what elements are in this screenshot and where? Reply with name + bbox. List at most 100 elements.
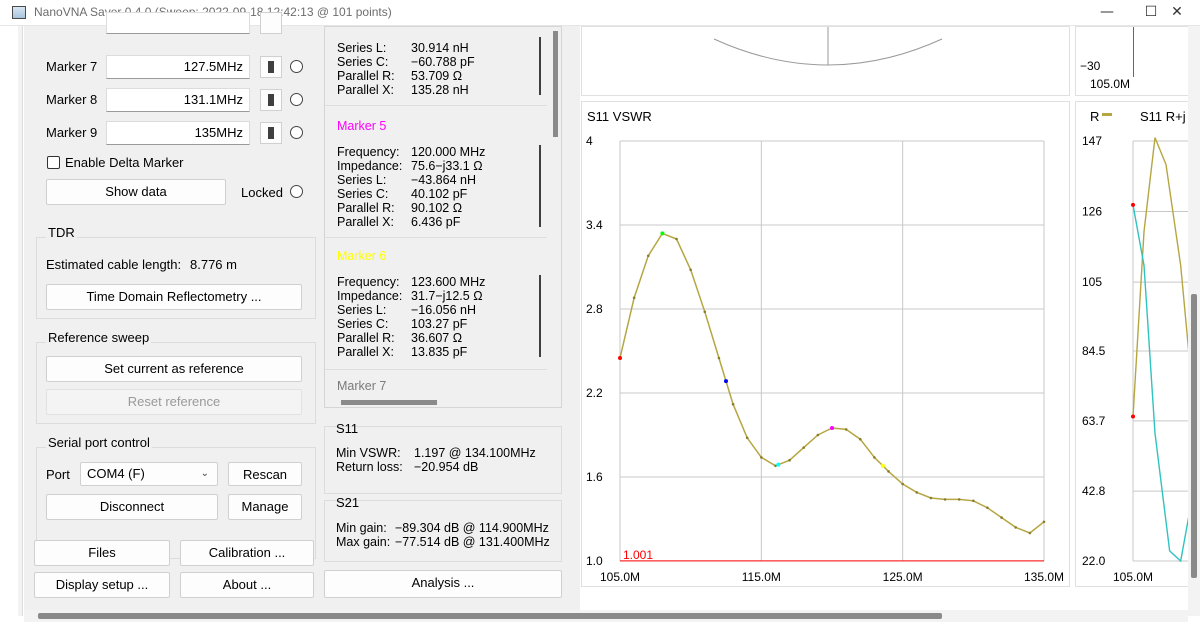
vswr-ytick-label: 1.6	[586, 470, 603, 484]
files-button[interactable]: Files	[34, 540, 170, 566]
vswr-data-point	[873, 456, 876, 459]
max-gain-label: Max gain:	[336, 535, 391, 549]
window-horizontal-scroll-thumb[interactable]	[38, 613, 942, 619]
manage-button[interactable]: Manage	[228, 494, 302, 520]
rjx-ytick-label: 42.8	[1082, 484, 1106, 498]
readout-separator	[539, 37, 541, 95]
vswr-data-point	[646, 254, 650, 258]
marker-8-color-button[interactable]	[260, 89, 282, 111]
vswr-data-point	[731, 402, 735, 406]
marker-8-radio[interactable]	[290, 93, 303, 106]
vswr-data-point	[717, 356, 721, 360]
window-vertical-scroll-thumb[interactable]	[1191, 294, 1197, 578]
marker-9-color-button[interactable]	[260, 122, 282, 144]
vswr-data-point	[972, 499, 975, 503]
readout-divider	[325, 237, 547, 238]
window-vertical-scrollbar[interactable]	[1188, 26, 1200, 616]
rescan-button[interactable]: Rescan	[228, 462, 302, 486]
vswr-xtick-label: 115.0M	[742, 570, 781, 584]
color-swatch-icon	[268, 127, 274, 139]
readout-vertical-scrollbar[interactable]	[551, 27, 561, 395]
vswr-ytick-label: 2.8	[586, 302, 603, 316]
vswr-xtick-label: 135.0M	[1024, 570, 1064, 584]
marker-7-frequency-field[interactable]: 127.5MHz	[106, 55, 250, 79]
vswr-data-point	[957, 498, 961, 501]
vswr-data-point	[816, 433, 820, 437]
window-frame-edge	[18, 26, 23, 616]
readout-vertical-scroll-thumb[interactable]	[553, 31, 558, 137]
rjx-reactance-trace	[1132, 204, 1189, 563]
calibration-button[interactable]: Calibration ...	[180, 540, 314, 566]
vswr-chart[interactable]: S11 VSWR 1.0 1.6 2.2 2.8 3.4 4 105.0M 115.0M 125…	[581, 101, 1070, 587]
marker-readout-panel[interactable]: Series L: 30.914 nH Series C: −60.788 pF P…	[324, 26, 562, 408]
vswr-marker-dot	[724, 379, 728, 384]
delta-marker-checkbox[interactable]	[47, 156, 60, 169]
vswr-ytick-label: 3.4	[586, 218, 603, 232]
port-select[interactable]: COM4 (F) ⌄	[80, 462, 218, 486]
marker-5-title: Marker 5	[337, 119, 387, 133]
partial-chart-top[interactable]: −30 105.0M	[1075, 26, 1190, 96]
window-horizontal-scrollbar[interactable]	[24, 610, 1188, 622]
port-select-value: COM4 (F)	[87, 466, 145, 481]
readout-divider	[325, 369, 547, 370]
rjx-resistance-trace	[1132, 137, 1189, 417]
vswr-data-point	[689, 268, 692, 272]
marker-6-color-button-partial[interactable]	[260, 12, 282, 34]
vswr-chart-svg: 1.0 1.6 2.2 2.8 3.4 4 105.0M 115.0M 125.0M 135.0M…	[586, 134, 1064, 584]
cable-length-value: 8.776 m	[190, 257, 237, 272]
readout-horizontal-scroll-thumb[interactable]	[341, 400, 437, 405]
vswr-data-point	[745, 436, 749, 440]
return-loss-label: Return loss:	[336, 460, 403, 474]
rjx-marker-dot	[1131, 202, 1135, 207]
vswr-data-point	[802, 446, 806, 449]
marker-7-title: Marker 7	[337, 379, 387, 393]
return-loss-value: −20.954 dB	[414, 460, 479, 474]
marker-7-radio[interactable]	[290, 60, 303, 73]
smith-chart[interactable]	[581, 26, 1070, 96]
show-data-button[interactable]: Show data	[46, 179, 226, 205]
readout-horizontal-scrollbar[interactable]	[325, 397, 551, 407]
marker-9-radio[interactable]	[290, 126, 303, 139]
readout-divider	[325, 105, 547, 106]
minimize-button[interactable]: —	[1084, 0, 1130, 26]
close-button[interactable]: ✕	[1154, 0, 1200, 26]
min-vswr-value: 1.197 @ 134.100MHz	[414, 446, 536, 460]
vswr-trace	[619, 232, 1045, 534]
vswr-marker-dot	[660, 231, 665, 236]
rjx-chart-svg: 22.0 42.8 63.7 84.5 105 126 147 105.0M	[1082, 134, 1189, 584]
rjx-ytick-label: 84.5	[1082, 344, 1106, 358]
locked-radio[interactable]	[290, 185, 303, 198]
max-gain-value: −77.514 dB @ 131.400MHz	[395, 535, 550, 549]
s21-summary-title: S21	[336, 495, 360, 510]
tdr-button[interactable]: Time Domain Reflectometry ...	[46, 284, 302, 310]
vswr-data-point	[901, 482, 904, 486]
vswr-data-point	[788, 458, 791, 462]
display-setup-button[interactable]: Display setup ...	[34, 572, 170, 598]
marker-9-frequency-field[interactable]: 135MHz	[106, 121, 250, 145]
marker-readout-top: Series L: 30.914 nH Series C: −60.788 pF P…	[337, 41, 475, 97]
set-reference-button[interactable]: Set current as reference	[46, 356, 302, 382]
analysis-button[interactable]: Analysis ...	[324, 570, 562, 598]
marker-7-label: Marker 7	[46, 59, 98, 74]
readout-separator	[539, 275, 541, 357]
marker-7-color-button[interactable]	[260, 56, 282, 78]
marker-6-readout: Frequency: 123.600 MHz Impedance: 31.7−j12…	[337, 275, 486, 359]
vswr-data-point	[1028, 531, 1032, 535]
about-button[interactable]: About ...	[180, 572, 314, 598]
rjx-ytick-label: 63.7	[1082, 414, 1106, 428]
vswr-data-point	[844, 428, 848, 431]
serial-port-title: Serial port control	[46, 435, 152, 450]
rjx-xtick-label: 105.0M	[1113, 570, 1153, 584]
vswr-data-point	[1000, 516, 1003, 519]
color-swatch-icon	[268, 61, 274, 73]
s11-summary-title: S11	[336, 421, 359, 436]
rjx-chart[interactable]: R S11 R+j 22.0 42.8 63.7 84.5 105 126 147 105.0…	[1075, 101, 1190, 587]
min-gain-value: −89.304 dB @ 114.900MHz	[395, 521, 549, 535]
reference-sweep-title: Reference sweep	[46, 330, 152, 345]
marker-8-frequency-field[interactable]: 131.1MHz	[106, 88, 250, 112]
disconnect-button[interactable]: Disconnect	[46, 494, 218, 520]
delta-marker-label: Enable Delta Marker	[65, 155, 184, 170]
vswr-ytick-label: 1.0	[586, 554, 603, 568]
marker-6-frequency-field-partial[interactable]	[106, 12, 250, 34]
reset-reference-button[interactable]: Reset reference	[46, 389, 302, 415]
